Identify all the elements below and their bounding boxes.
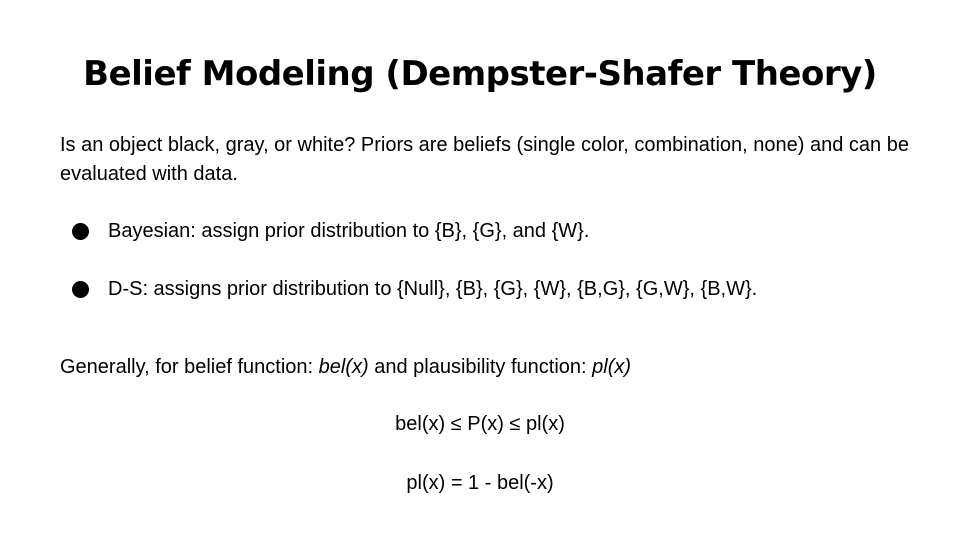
slide-title: Belief Modeling (Dempster-Shafer Theory) — [83, 54, 877, 94]
generally-sentence: Generally, for belief function: bel(x) a… — [60, 353, 920, 382]
bullet-item-bayesian: Bayesian: assign prior distribution to {… — [72, 217, 757, 246]
bullet-list: Bayesian: assign prior distribution to {… — [72, 217, 757, 304]
bullet-text: Bayesian: assign prior distribution to {… — [108, 220, 590, 242]
slide: Belief Modeling (Dempster-Shafer Theory)… — [0, 0, 960, 540]
bullet-dot-icon — [72, 281, 89, 298]
generally-middle: and plausibility function: — [368, 356, 593, 378]
bullet-item-ds: D-S: assigns prior distribution to {Null… — [72, 275, 757, 304]
bullet-text: D-S: assigns prior distribution to {Null… — [108, 278, 758, 300]
formula-plausibility: pl(x) = 1 - bel(-x) — [406, 472, 554, 494]
generally-prefix: Generally, for belief function: — [60, 356, 319, 378]
bullet-dot-icon — [72, 223, 89, 240]
belief-function-label: bel(x) — [318, 356, 369, 378]
plausibility-function-label: pl(x) — [592, 356, 632, 378]
formula-bounds: bel(x) ≤ P(x) ≤ pl(x) — [395, 413, 565, 435]
intro-paragraph: Is an object black, gray, or white? Prio… — [60, 134, 909, 185]
